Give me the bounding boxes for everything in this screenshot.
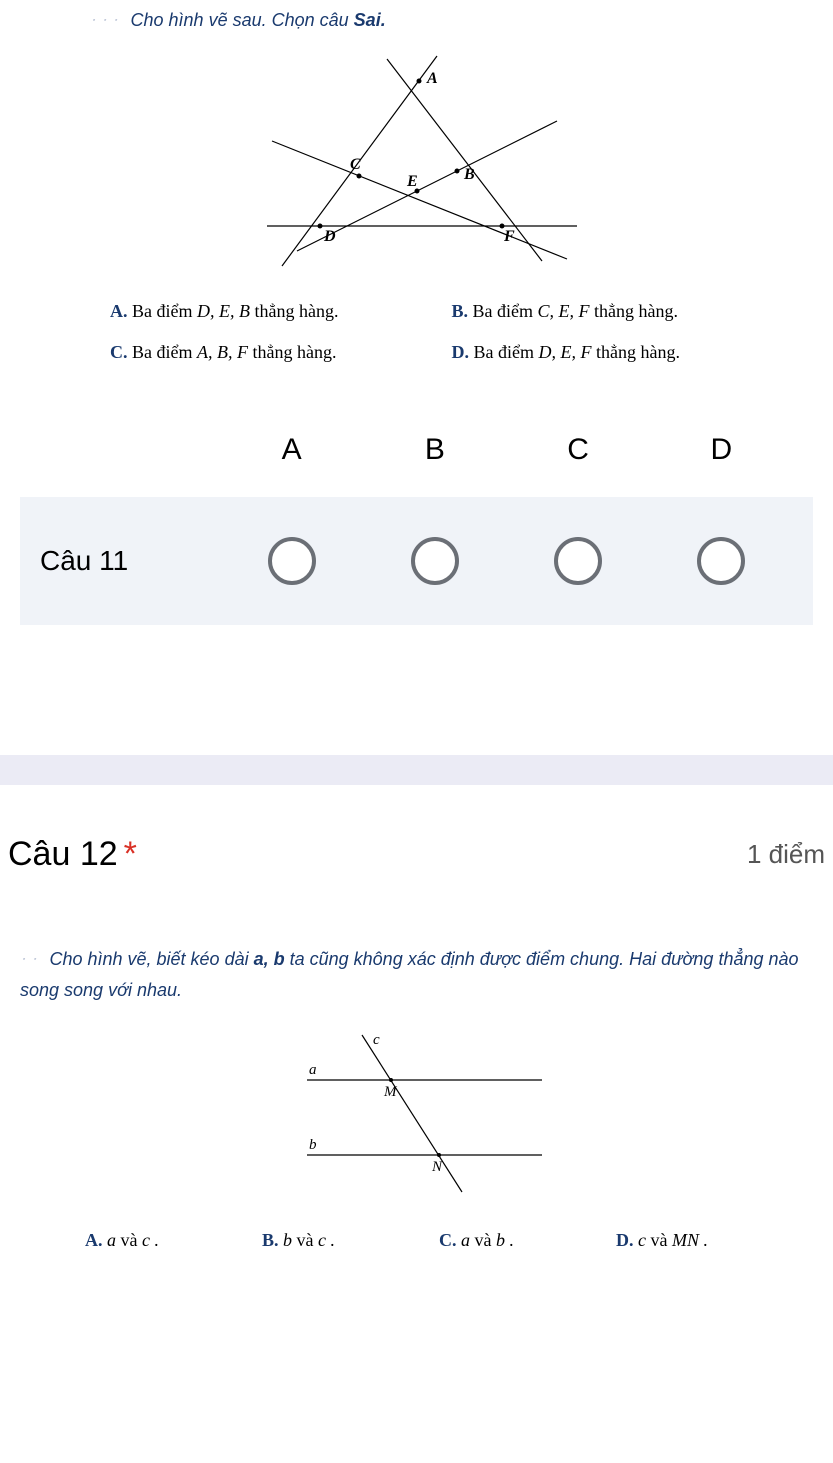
col-A: A bbox=[220, 433, 363, 467]
q12-opt-B: B. b và c . bbox=[262, 1230, 439, 1251]
required-star: * bbox=[124, 835, 137, 873]
q12-opt-D: D. c và MN . bbox=[616, 1230, 793, 1251]
q11-prompt-lead: Cho hình vẽ sau. Chọn câu bbox=[131, 10, 354, 30]
col-C: C bbox=[507, 433, 650, 467]
col-B: B bbox=[363, 433, 506, 467]
q12-figure: a b c M N bbox=[0, 1030, 833, 1200]
q11-radio-B[interactable] bbox=[411, 537, 459, 585]
q12-prompt: ᐧ ᐧ Cho hình vẽ, biết kéo dài a, b ta cũ… bbox=[20, 944, 813, 1005]
q12-options: A. a và c . B. b và c . C. a và b . D. c… bbox=[85, 1230, 793, 1251]
lbl-a: a bbox=[309, 1062, 317, 1078]
q11-opt-B: B. Ba điểm C, E, F thẳng hàng. bbox=[452, 301, 754, 322]
pt-B: B bbox=[463, 166, 475, 183]
question-11-section: ᐧ ᐧ ᐧ Cho hình vẽ sau. Chọn câu Sai. A C… bbox=[0, 0, 833, 655]
pt-F: F bbox=[503, 228, 515, 245]
triangle-svg: A C B E D F bbox=[247, 41, 587, 271]
pt-E: E bbox=[406, 173, 418, 190]
q11-answer-row: Câu 11 bbox=[20, 497, 813, 625]
faded-prefix: ᐧ ᐧ ᐧ bbox=[90, 11, 118, 30]
q12-opt-C: C. a và b . bbox=[439, 1230, 616, 1251]
q11-figure: A C B E D F bbox=[20, 41, 813, 271]
pt-A: A bbox=[426, 70, 438, 87]
q11-radio-A[interactable] bbox=[268, 537, 316, 585]
pt-D: D bbox=[323, 228, 336, 245]
q12-points: 1 điểm bbox=[747, 839, 825, 870]
abcd-header: A B C D bbox=[20, 433, 813, 467]
q11-row-label: Câu 11 bbox=[40, 545, 220, 577]
lbl-c: c bbox=[373, 1032, 380, 1048]
q12-opt-A: A. a và c . bbox=[85, 1230, 262, 1251]
q11-prompt: ᐧ ᐧ ᐧ Cho hình vẽ sau. Chọn câu Sai. bbox=[90, 10, 813, 31]
q11-prompt-bold: Sai. bbox=[354, 10, 386, 30]
lbl-N: N bbox=[431, 1159, 443, 1175]
pt-C: C bbox=[350, 156, 361, 173]
q12-header: Câu 12* 1 điểm bbox=[0, 835, 833, 874]
faded-prefix-2: ᐧ ᐧ bbox=[20, 950, 36, 969]
lbl-b: b bbox=[309, 1137, 317, 1153]
col-D: D bbox=[650, 433, 793, 467]
q11-radio-D[interactable] bbox=[697, 537, 745, 585]
q11-opt-C: C. Ba điểm A, B, F thẳng hàng. bbox=[110, 342, 412, 363]
q11-opt-D: D. Ba điểm D, E, F thẳng hàng. bbox=[452, 342, 754, 363]
q12-title: Câu 12* bbox=[8, 835, 137, 874]
q11-options: A. Ba điểm D, E, B thẳng hàng. B. Ba điể… bbox=[110, 301, 753, 363]
section-separator bbox=[0, 755, 833, 785]
lbl-M: M bbox=[383, 1084, 398, 1100]
q11-radio-C[interactable] bbox=[554, 537, 602, 585]
parallel-svg: a b c M N bbox=[267, 1030, 567, 1200]
q11-opt-A: A. Ba điểm D, E, B thẳng hàng. bbox=[110, 301, 412, 322]
question-12-section: Câu 12* 1 điểm ᐧ ᐧ Cho hình vẽ, biết kéo… bbox=[0, 785, 833, 1281]
